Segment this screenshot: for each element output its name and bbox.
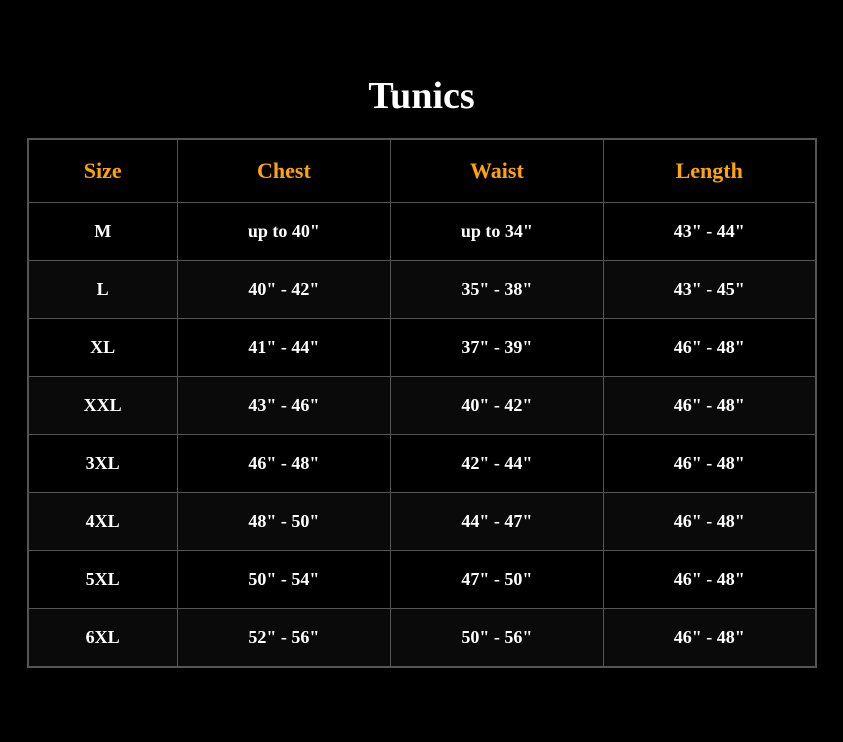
cell-waist: 44" - 47" <box>390 493 603 551</box>
cell-chest: 43" - 46" <box>177 377 390 435</box>
cell-waist: 42" - 44" <box>390 435 603 493</box>
cell-chest: 48" - 50" <box>177 493 390 551</box>
table-row: Mup to 40"up to 34"43" - 44" <box>28 203 816 261</box>
cell-length: 46" - 48" <box>603 551 815 609</box>
cell-waist: 47" - 50" <box>390 551 603 609</box>
cell-chest: 50" - 54" <box>177 551 390 609</box>
size-table: Size Chest Waist Length Mup to 40"up to … <box>27 138 817 668</box>
table-row: XXL43" - 46"40" - 42"46" - 48" <box>28 377 816 435</box>
cell-size: 3XL <box>28 435 178 493</box>
cell-length: 46" - 48" <box>603 609 815 668</box>
table-row: 5XL50" - 54"47" - 50"46" - 48" <box>28 551 816 609</box>
cell-waist: 37" - 39" <box>390 319 603 377</box>
cell-chest: up to 40" <box>177 203 390 261</box>
cell-waist: up to 34" <box>390 203 603 261</box>
header-chest: Chest <box>177 139 390 203</box>
table-row: 6XL52" - 56"50" - 56"46" - 48" <box>28 609 816 668</box>
cell-size: 4XL <box>28 493 178 551</box>
cell-length: 43" - 44" <box>603 203 815 261</box>
cell-length: 46" - 48" <box>603 435 815 493</box>
cell-size: XXL <box>28 377 178 435</box>
cell-size: L <box>28 261 178 319</box>
page-container: Tunics Size Chest Waist Length Mup to 40… <box>0 0 843 742</box>
cell-size: M <box>28 203 178 261</box>
cell-size: XL <box>28 319 178 377</box>
header-waist: Waist <box>390 139 603 203</box>
cell-waist: 40" - 42" <box>390 377 603 435</box>
header-length: Length <box>603 139 815 203</box>
cell-chest: 40" - 42" <box>177 261 390 319</box>
cell-chest: 41" - 44" <box>177 319 390 377</box>
cell-length: 43" - 45" <box>603 261 815 319</box>
table-row: L40" - 42"35" - 38"43" - 45" <box>28 261 816 319</box>
table-row: 3XL46" - 48"42" - 44"46" - 48" <box>28 435 816 493</box>
cell-waist: 35" - 38" <box>390 261 603 319</box>
table-row: 4XL48" - 50"44" - 47"46" - 48" <box>28 493 816 551</box>
cell-chest: 52" - 56" <box>177 609 390 668</box>
cell-length: 46" - 48" <box>603 377 815 435</box>
header-size: Size <box>28 139 178 203</box>
cell-length: 46" - 48" <box>603 493 815 551</box>
table-header-row: Size Chest Waist Length <box>28 139 816 203</box>
table-row: XL41" - 44"37" - 39"46" - 48" <box>28 319 816 377</box>
cell-size: 5XL <box>28 551 178 609</box>
page-title: Tunics <box>368 74 474 118</box>
cell-length: 46" - 48" <box>603 319 815 377</box>
cell-chest: 46" - 48" <box>177 435 390 493</box>
cell-size: 6XL <box>28 609 178 668</box>
cell-waist: 50" - 56" <box>390 609 603 668</box>
